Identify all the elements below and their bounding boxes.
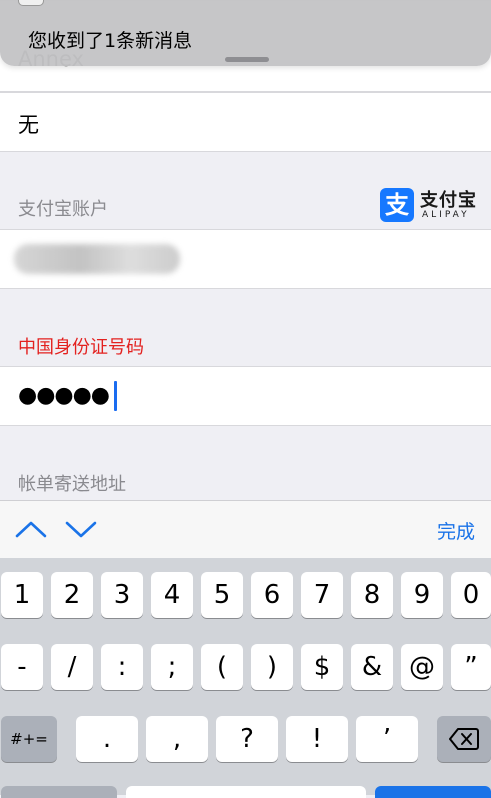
key-6[interactable]: 6 <box>251 572 293 618</box>
key-3[interactable]: 3 <box>101 572 143 618</box>
value-text: 无 <box>18 113 39 137</box>
alipay-logo: 支 支付宝 ALIPAY <box>380 186 477 224</box>
keyboard-accessory-bar: 完成 <box>0 500 491 559</box>
key-ampersand[interactable]: & <box>351 644 393 690</box>
key-semicolon[interactable]: ; <box>151 644 193 690</box>
key-space[interactable] <box>126 786 366 798</box>
id-section-label: 中国身份证号码 <box>18 337 144 358</box>
key-4[interactable]: 4 <box>151 572 193 618</box>
alipay-brand-en: ALIPAY <box>422 210 470 220</box>
key-open-paren[interactable]: ( <box>201 644 243 690</box>
done-button[interactable]: 完成 <box>437 517 475 544</box>
app-icon <box>18 0 44 6</box>
numeric-keyboard: 1 2 3 4 5 6 7 8 9 0 - / : ; ( ) $ & @ ” … <box>0 558 491 798</box>
key-dollar[interactable]: $ <box>301 644 343 690</box>
notification-message: 您收到了1条新消息 <box>28 30 193 52</box>
key-quote[interactable]: ” <box>451 644 491 690</box>
chevron-up-icon[interactable] <box>14 515 48 543</box>
alipay-brand-cn: 支付宝 <box>420 190 477 211</box>
chevron-down-icon[interactable] <box>64 515 98 543</box>
key-return[interactable] <box>375 786 491 798</box>
key-close-paren[interactable]: ) <box>251 644 293 690</box>
key-period[interactable]: . <box>76 716 138 762</box>
banner-grabber-handle[interactable] <box>225 57 269 62</box>
id-number-field[interactable]: ●●●●● <box>0 366 491 426</box>
key-2[interactable]: 2 <box>51 572 93 618</box>
id-masked-value: ●●●●● <box>18 383 110 408</box>
key-hyphen[interactable]: - <box>1 644 43 690</box>
key-comma[interactable]: , <box>146 716 208 762</box>
key-exclamation[interactable]: ! <box>286 716 348 762</box>
value-row[interactable]: 无 <box>0 92 491 152</box>
key-apostrophe[interactable]: ’ <box>356 716 418 762</box>
key-question[interactable]: ? <box>216 716 278 762</box>
key-symbols-mode[interactable]: #+= <box>1 716 57 762</box>
key-0[interactable]: 0 <box>451 572 491 618</box>
key-at[interactable]: @ <box>401 644 443 690</box>
notification-banner[interactable]: 您收到了1条新消息 <box>0 0 491 66</box>
key-8[interactable]: 8 <box>351 572 393 618</box>
text-cursor <box>114 381 117 411</box>
alipay-mark-icon: 支 <box>380 188 414 222</box>
form-area: Annex 无 支付宝账户 支 支付宝 ALIPAY 中国身份证号码 ●●●●●… <box>0 0 491 500</box>
key-9[interactable]: 9 <box>401 572 443 618</box>
key-slash[interactable]: / <box>51 644 93 690</box>
key-7[interactable]: 7 <box>301 572 343 618</box>
key-5[interactable]: 5 <box>201 572 243 618</box>
alipay-section-label: 支付宝账户 <box>18 199 108 220</box>
alipay-account-field[interactable] <box>0 229 491 289</box>
blurred-account-value <box>14 244 180 274</box>
key-colon[interactable]: : <box>101 644 143 690</box>
backspace-icon[interactable] <box>437 716 491 762</box>
key-abc-mode[interactable] <box>1 786 117 798</box>
key-1[interactable]: 1 <box>1 572 43 618</box>
billing-section-label: 帐单寄送地址 <box>18 474 126 495</box>
